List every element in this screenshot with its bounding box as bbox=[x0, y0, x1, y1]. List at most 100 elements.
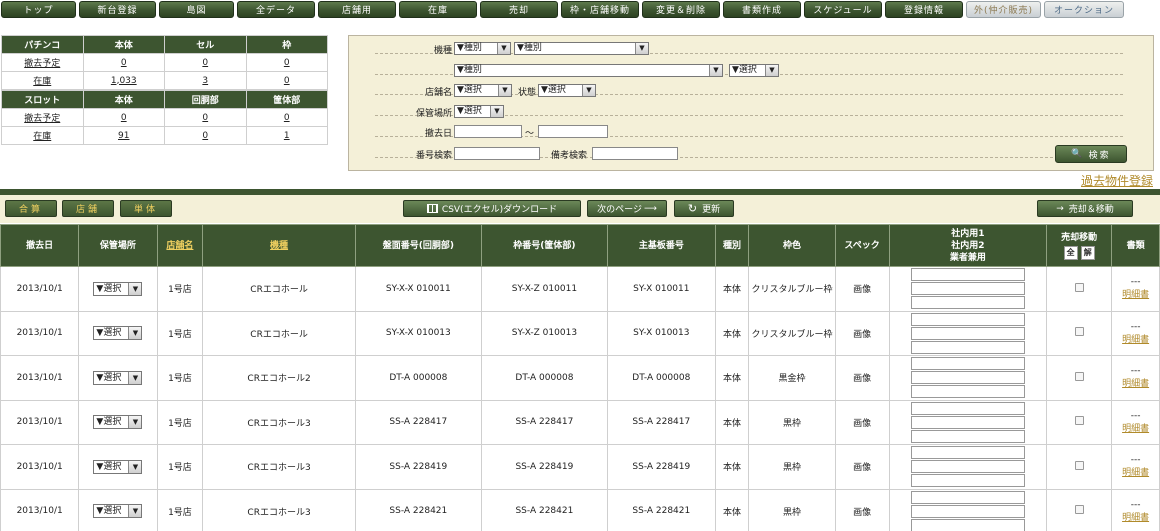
memo-input-3[interactable] bbox=[910, 385, 1025, 399]
type-select-2[interactable]: ▼種別 ▼ bbox=[514, 42, 649, 55]
nav-button[interactable]: 登録情報 bbox=[885, 1, 963, 18]
statement-link[interactable]: 明細書 bbox=[1122, 290, 1149, 300]
nav-button[interactable]: 在庫 bbox=[399, 1, 477, 18]
nav-button[interactable]: 店舗用 bbox=[318, 1, 396, 18]
removal-date-to-input[interactable] bbox=[538, 125, 608, 138]
statement-link[interactable]: 明細書 bbox=[1122, 468, 1149, 478]
choose-select[interactable]: ▼選択 ▼ bbox=[729, 64, 779, 77]
storage-select[interactable]: ▼選択 ▼ bbox=[93, 281, 143, 296]
nav-button[interactable]: 外(仲介販売) bbox=[966, 1, 1041, 18]
store-cell: 1号店 bbox=[156, 266, 204, 312]
pachinko-removal-cell-count[interactable]: 0 bbox=[202, 58, 208, 68]
memo-input-2[interactable] bbox=[910, 504, 1025, 518]
select-all-button[interactable]: 全 bbox=[1063, 245, 1078, 260]
slot-removal-body-count[interactable]: 0 bbox=[121, 113, 127, 123]
storage-select[interactable]: ▼選択 ▼ bbox=[93, 504, 143, 519]
nav-button[interactable]: 変更＆削除 bbox=[642, 1, 720, 18]
memo-input-1[interactable] bbox=[910, 357, 1025, 371]
model-select[interactable]: ▼種別 ▼ bbox=[454, 64, 723, 77]
memo-input-1[interactable] bbox=[910, 268, 1025, 282]
memo-input-1[interactable] bbox=[910, 490, 1025, 504]
memo-input-3[interactable] bbox=[910, 429, 1025, 443]
memo-input-2[interactable] bbox=[910, 371, 1025, 385]
next-page-button[interactable]: 次のページ ⟶ bbox=[587, 200, 667, 217]
nav-button[interactable]: 枠・店舗移動 bbox=[561, 1, 639, 18]
pachinko-stock-cell-count[interactable]: 3 bbox=[202, 76, 208, 86]
range-separator: ～ bbox=[525, 129, 535, 139]
single-view-button[interactable]: 単体 bbox=[120, 200, 172, 217]
state-select[interactable]: ▼選択 ▼ bbox=[538, 84, 596, 97]
store-view-button[interactable]: 店舗 bbox=[62, 200, 114, 217]
past-property-register-link[interactable]: 過去物件登録 bbox=[1081, 172, 1153, 189]
type-select-1[interactable]: ▼種別 ▼ bbox=[454, 42, 511, 55]
memo-input-1[interactable] bbox=[910, 312, 1025, 326]
storage-select[interactable]: ▼選択 ▼ bbox=[93, 326, 143, 341]
search-button[interactable]: 🔍 検索 bbox=[1055, 145, 1127, 163]
removal-date-from-input[interactable] bbox=[454, 125, 522, 138]
sell-move-button[interactable]: → 売却＆移動 bbox=[1037, 200, 1133, 217]
storage-select[interactable]: ▼選択 ▼ bbox=[93, 459, 143, 474]
statement-link[interactable]: 明細書 bbox=[1122, 379, 1149, 389]
sell-move-checkbox[interactable] bbox=[1074, 327, 1084, 337]
nav-button[interactable]: 島図 bbox=[159, 1, 234, 18]
pachinko-removal-link[interactable]: 撤去予定 bbox=[24, 59, 60, 69]
sort-model-link[interactable]: 機種 bbox=[270, 241, 288, 251]
pachinko-stock-frame-count[interactable]: 0 bbox=[284, 76, 290, 86]
storage-select[interactable]: ▼選択 ▼ bbox=[454, 105, 504, 118]
pachinko-removal-body-count[interactable]: 0 bbox=[121, 58, 127, 68]
nav-button[interactable]: 売却 bbox=[480, 1, 558, 18]
memo-input-1[interactable] bbox=[910, 401, 1025, 415]
sell-move-checkbox[interactable] bbox=[1074, 282, 1084, 292]
memo-input-2[interactable] bbox=[910, 326, 1025, 340]
nav-button[interactable]: オークション bbox=[1044, 1, 1124, 18]
statement-link[interactable]: 明細書 bbox=[1122, 424, 1149, 434]
slot-removal-reel-count[interactable]: 0 bbox=[202, 113, 208, 123]
col-memo: 社内用1 社内用2 業者兼用 bbox=[888, 224, 1048, 267]
sell-move-checkbox[interactable] bbox=[1074, 460, 1084, 470]
slot-stock-reel-count[interactable]: 0 bbox=[202, 131, 208, 141]
nav-button[interactable]: 書類作成 bbox=[723, 1, 801, 18]
csv-download-label: CSV(エクセル)ダウンロード bbox=[441, 205, 558, 215]
pachinko-stock-body-count[interactable]: 1,033 bbox=[111, 76, 137, 86]
nav-button[interactable]: 全データ bbox=[237, 1, 315, 18]
sort-store-name-link[interactable]: 店舗名 bbox=[166, 241, 193, 251]
col-cell: セル bbox=[164, 35, 247, 54]
slot-removal-link[interactable]: 撤去予定 bbox=[24, 114, 60, 124]
slot-stock-body-count[interactable]: 91 bbox=[118, 131, 129, 141]
storage-select[interactable]: ▼選択 ▼ bbox=[93, 415, 143, 430]
memo-inputs bbox=[890, 312, 1047, 354]
note-search-input[interactable] bbox=[592, 147, 678, 160]
board-number-cell: SY-X-X 010011 bbox=[354, 266, 482, 312]
memo-input-3[interactable] bbox=[910, 518, 1025, 531]
statement-link[interactable]: 明細書 bbox=[1122, 513, 1149, 523]
board-number-cell: SY-X-X 010013 bbox=[354, 310, 482, 356]
pachinko-stock-link[interactable]: 在庫 bbox=[33, 77, 51, 87]
chevron-down-icon: ▼ bbox=[490, 106, 503, 117]
memo-input-1[interactable] bbox=[910, 446, 1025, 460]
slot-removal-cabinet-count[interactable]: 0 bbox=[284, 113, 290, 123]
storage-select[interactable]: ▼選択 ▼ bbox=[93, 370, 143, 385]
kind-cell: 本体 bbox=[714, 266, 750, 312]
memo-input-2[interactable] bbox=[910, 282, 1025, 296]
sell-move-checkbox[interactable] bbox=[1074, 416, 1084, 426]
nav-button[interactable]: スケジュール bbox=[804, 1, 882, 18]
memo-input-2[interactable] bbox=[910, 460, 1025, 474]
clear-all-button[interactable]: 解 bbox=[1080, 245, 1095, 260]
sell-move-checkbox[interactable] bbox=[1074, 371, 1084, 381]
memo-input-3[interactable] bbox=[910, 340, 1025, 354]
table-row: 2013/10/1 ▼選択 ▼ 1号店 CRエコホール SY-X-X 010011 SY-X… bbox=[0, 266, 1160, 312]
sell-move-checkbox[interactable] bbox=[1074, 505, 1084, 515]
memo-input-2[interactable] bbox=[910, 415, 1025, 429]
memo-input-3[interactable] bbox=[910, 296, 1025, 310]
pachinko-summary-table: パチンコ 本体 セル 枠 撤去予定 0 0 0 在庫 1,033 3 0 bbox=[1, 35, 328, 90]
nav-button[interactable]: 新台登録 bbox=[79, 1, 156, 18]
memo-input-3[interactable] bbox=[910, 474, 1025, 488]
nav-button[interactable]: トップ bbox=[1, 1, 76, 18]
total-button[interactable]: 合算 bbox=[5, 200, 57, 217]
pachinko-removal-frame-count[interactable]: 0 bbox=[284, 58, 290, 68]
csv-download-button[interactable]: CSV(エクセル)ダウンロード bbox=[403, 200, 581, 217]
refresh-button[interactable]: ↻ 更新 bbox=[674, 200, 734, 217]
statement-link[interactable]: 明細書 bbox=[1122, 335, 1149, 345]
slot-stock-link[interactable]: 在庫 bbox=[33, 132, 51, 142]
slot-stock-cabinet-count[interactable]: 1 bbox=[284, 131, 290, 141]
